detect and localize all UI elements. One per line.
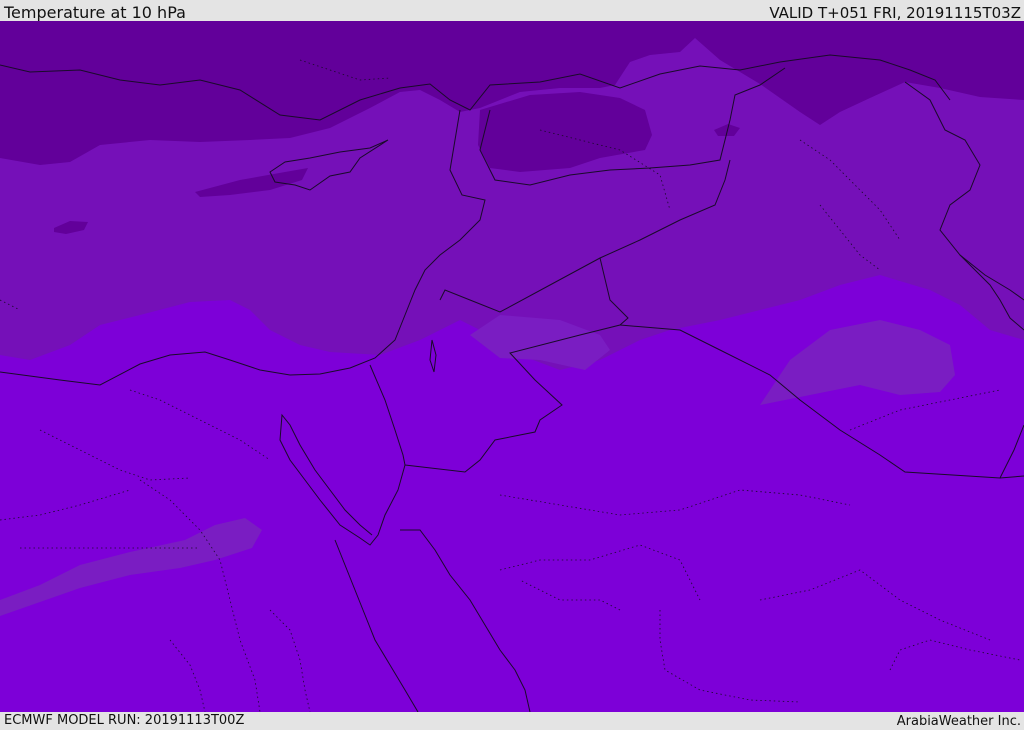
valid-time: VALID T+051 FRI, 20191115T03Z (769, 4, 1021, 22)
header-bar: Temperature at 10 hPa VALID T+051 FRI, 2… (0, 0, 1024, 22)
map-title: Temperature at 10 hPa (4, 3, 186, 22)
map-canvas[interactable] (0, 21, 1024, 712)
model-run: ECMWF MODEL RUN: 20191113T00Z (4, 713, 245, 728)
temperature-map (0, 21, 1024, 712)
footer-bar: ECMWF MODEL RUN: 20191113T00Z ArabiaWeat… (0, 712, 1024, 729)
credit-text: ArabiaWeather Inc. (896, 714, 1021, 729)
